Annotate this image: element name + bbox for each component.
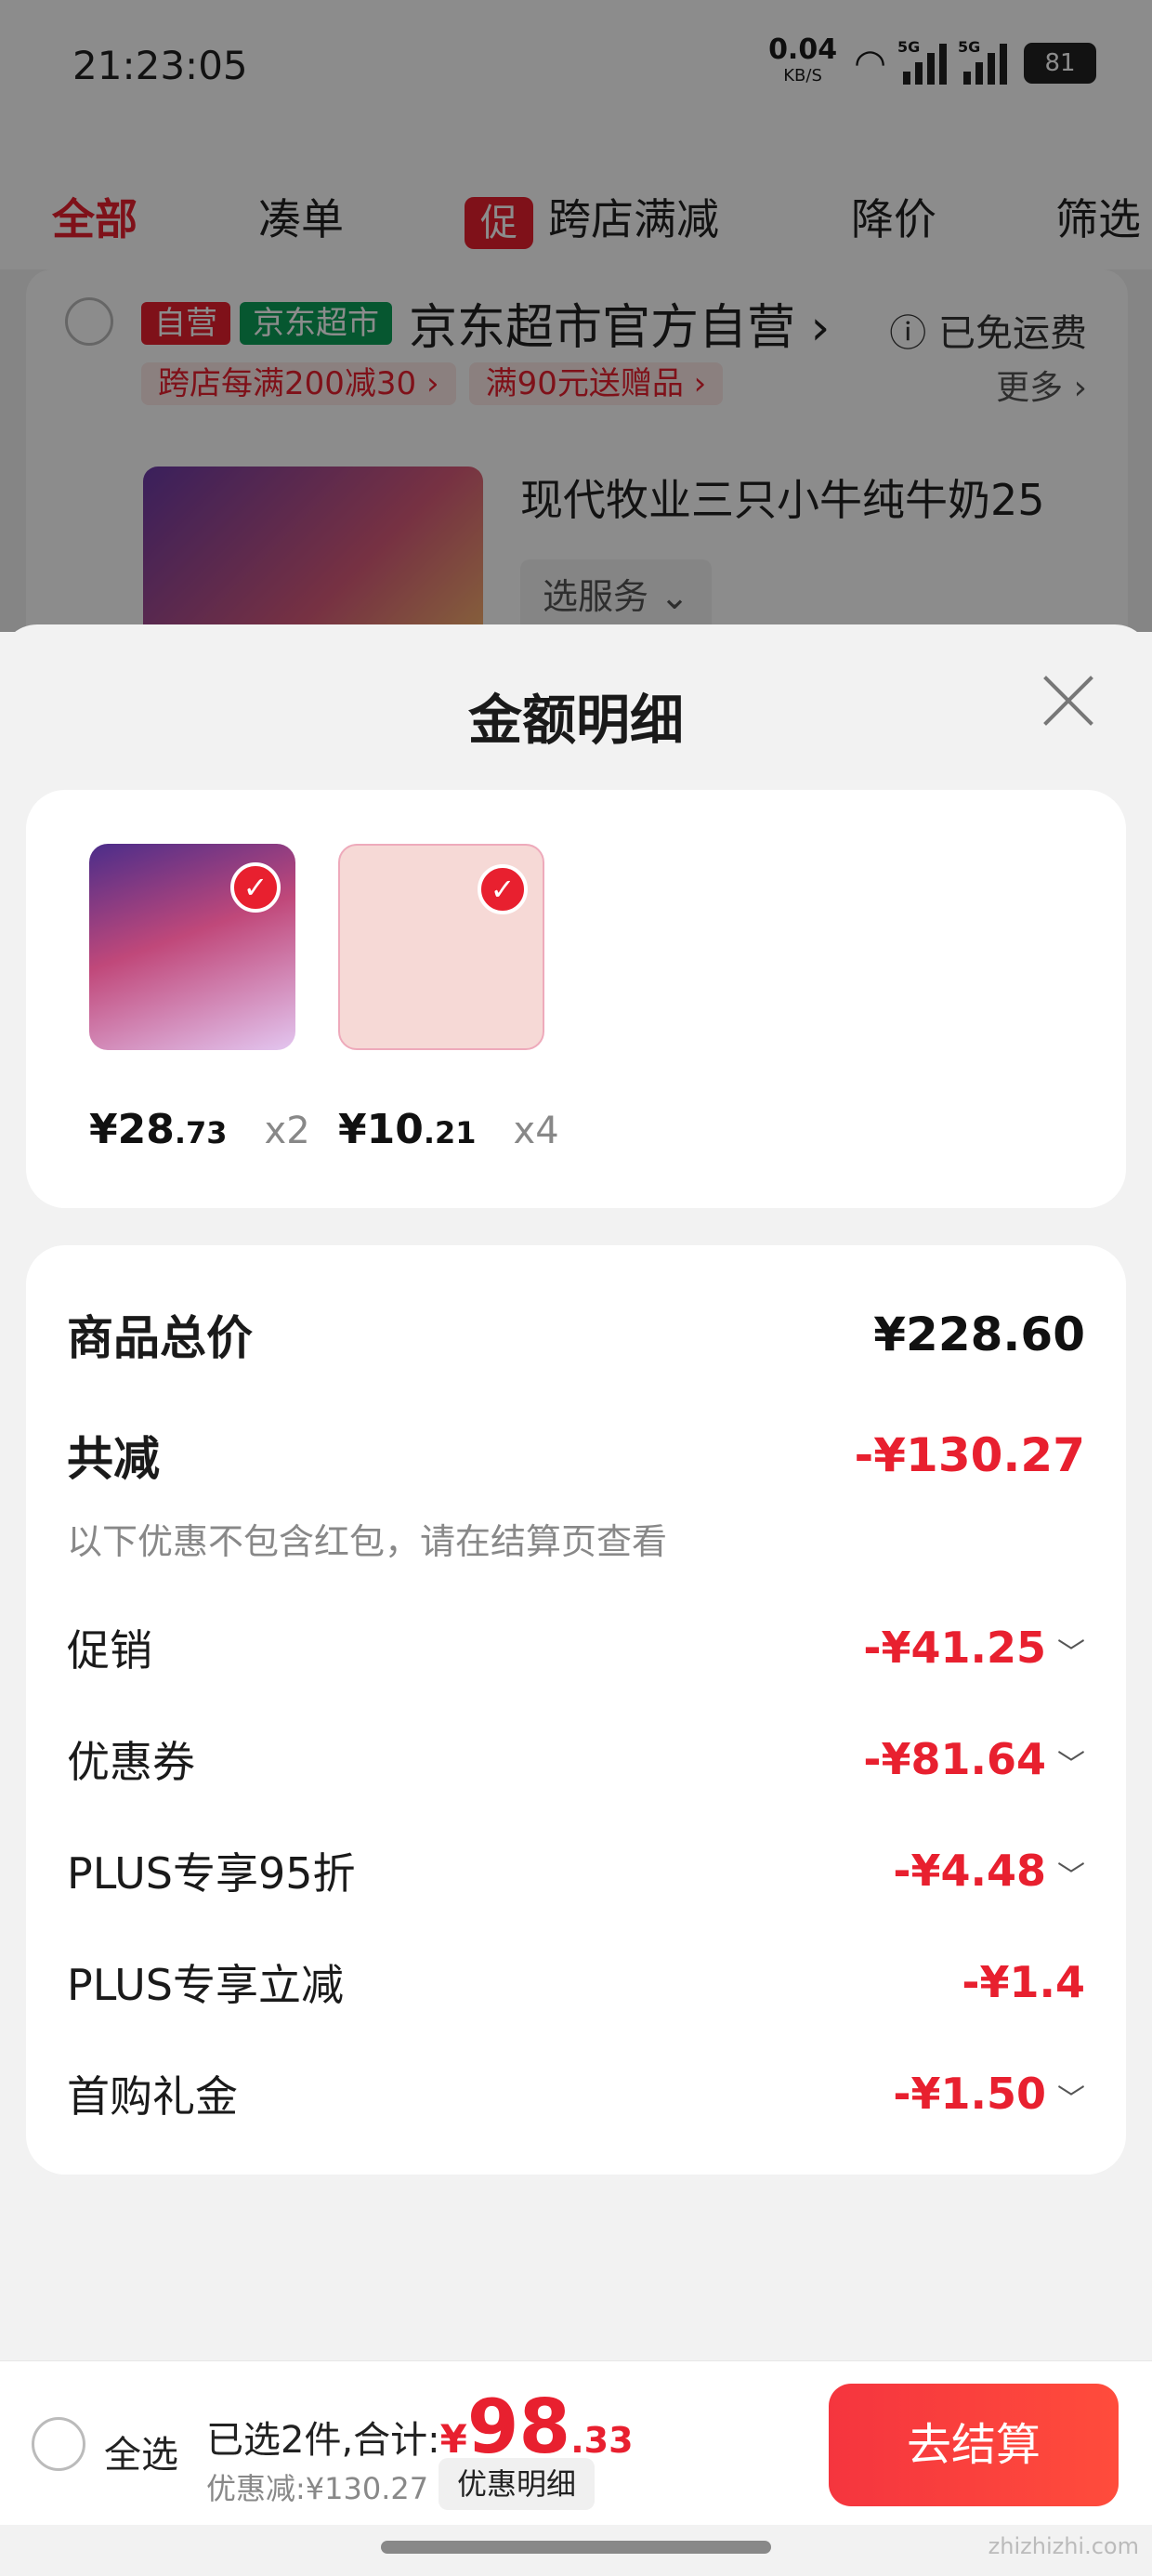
total-reduction-row: 共减 -¥130.27: [67, 1428, 1086, 1486]
total-price-row: 商品总价 ¥228.60: [67, 1308, 1085, 1365]
chevron-down-icon: ﹀: [1057, 1637, 1085, 1670]
select-all-label[interactable]: 全选: [104, 2425, 178, 2478]
item-price: ¥10: [338, 1106, 424, 1153]
item-quantity: x2: [264, 1110, 310, 1152]
discount-summary: 优惠减:¥130.27: [206, 2471, 429, 2506]
modal-backdrop[interactable]: [0, 0, 1152, 632]
home-indicator[interactable]: [381, 2541, 771, 2554]
selected-item[interactable]: ✓ ¥10.21 x4: [338, 844, 559, 1153]
price-breakdown-card: 商品总价 ¥228.60 共减 -¥130.27 以下优惠不包含红包，请在结算页…: [26, 1245, 1126, 2175]
discount-row-plus-instant: PLUS专享立减 -¥1.4: [67, 1957, 1085, 2010]
item-thumbnail: ✓: [338, 844, 544, 1050]
discount-row-first-purchase[interactable]: 首购礼金 -¥1.50 ﹀: [67, 2063, 1085, 2124]
select-all-radio[interactable]: [32, 2417, 85, 2471]
checkout-button[interactable]: 去结算: [829, 2384, 1119, 2506]
close-icon[interactable]: [1041, 673, 1096, 729]
checked-icon: ✓: [230, 862, 281, 913]
item-thumbnail: ✓: [89, 844, 295, 1050]
chevron-down-icon: ﹀: [1057, 1749, 1085, 1781]
discount-row-plus95[interactable]: PLUS专享95折 -¥4.48 ﹀: [67, 1840, 1085, 1901]
total-reduction-value: -¥130.27: [854, 1428, 1086, 1482]
watermark: zhizhizhi.com: [988, 2533, 1139, 2559]
sheet-title: 金额明细: [467, 689, 684, 752]
chevron-down-icon: ﹀: [1057, 1860, 1085, 1893]
item-quantity: x4: [513, 1110, 559, 1152]
item-price: ¥28: [89, 1106, 175, 1153]
discount-note: 以下优惠不包含红包，请在结算页查看: [67, 1521, 668, 1562]
discount-detail-button[interactable]: 优惠明细: [439, 2458, 596, 2510]
amount-detail-sheet: 金额明细 ✓ ¥28.73 x2 ✓ ¥10.21 x4 商品总价 ¥228.60 …: [0, 624, 1152, 2576]
total-price-value: ¥228.60: [873, 1308, 1085, 1361]
discount-row-promotion[interactable]: 促销 -¥41.25 ﹀: [67, 1617, 1085, 1678]
selected-item[interactable]: ✓ ¥28.73 x2: [89, 844, 310, 1153]
chevron-down-icon: ﹀: [1057, 2083, 1085, 2116]
checkout-bar: 全选 已选2件,合计:¥98.33 优惠减:¥130.27 优惠明细 去结算: [0, 2360, 1152, 2525]
checked-icon: ✓: [478, 864, 528, 914]
discount-row-coupon[interactable]: 优惠券 -¥81.64 ﹀: [67, 1728, 1085, 1790]
selected-items-card: ✓ ¥28.73 x2 ✓ ¥10.21 x4: [26, 790, 1126, 1208]
